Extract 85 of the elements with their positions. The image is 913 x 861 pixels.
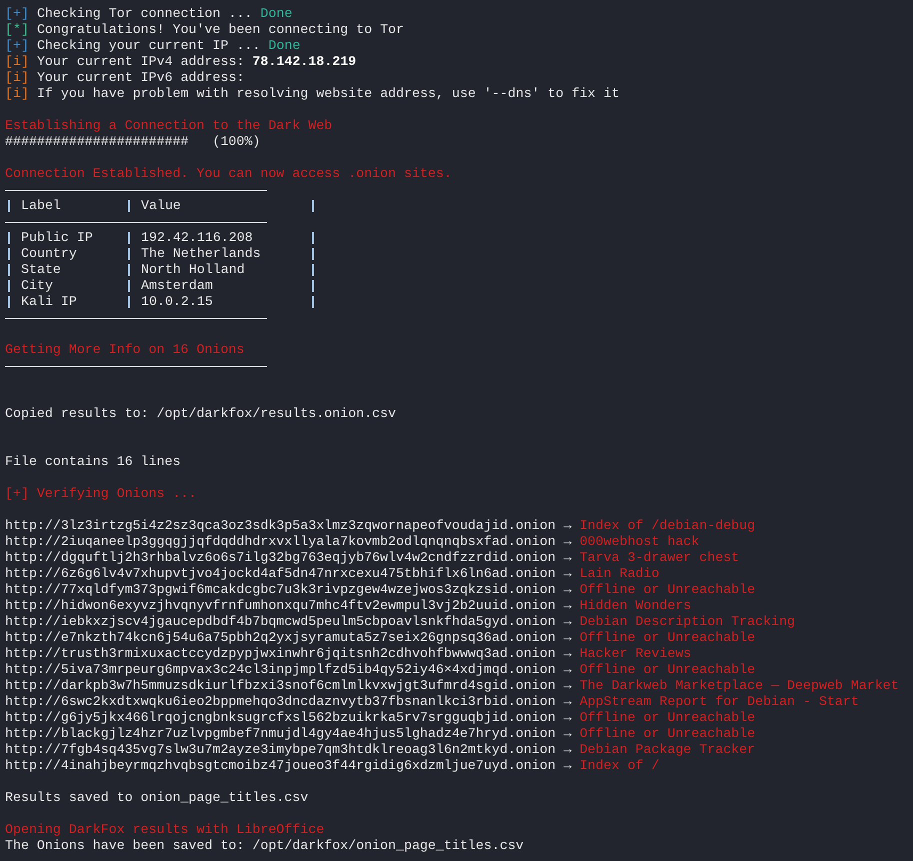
arrow-glyph: → (564, 550, 572, 566)
status-result: Done (260, 6, 292, 22)
output-line: File contains 16 lines (5, 454, 181, 470)
onion-url: http://5iva73mrpeurg6mpvax3c24cl3inpjmplfzd5ib4qy52iy46×4xdjmqd.onion (5, 662, 556, 678)
onion-url: http://2iuqaneelp3ggqgjjqfdqddhdrxvxllyala7kovmb2odlqnqnqbsxfad.onion (5, 534, 556, 550)
onion-url: http://4inahjbeyrmqzhvqbsgtcmoibz47joueo3f44rgidig6xdzmljue7uyd.onion (5, 758, 556, 774)
status-message: If you have problem with resolving website address, use '--dns' to fix it (36, 86, 620, 102)
alert-message: Getting More Info on 16 Onions (5, 342, 244, 358)
arrow-glyph: → (564, 662, 572, 678)
status-marker: [i] (5, 70, 29, 86)
arrow-glyph: → (564, 694, 572, 710)
table-cell: Public IP (21, 230, 93, 246)
page-title: Offline or Unreachable (580, 726, 756, 742)
status-marker: [+] (5, 38, 29, 54)
status-message: Your current IPv4 address: (36, 54, 244, 70)
output-line: The Onions have been saved to: /opt/darkfox/onion_page_titles.csv (5, 838, 524, 854)
status-result: Done (268, 38, 300, 54)
arrow-glyph: → (564, 758, 572, 774)
output-line: Copied results to: /opt/darkfox/results.onion.csv (5, 406, 396, 422)
onion-url: http://3lz3irtzg5i4z2sz3qca3oz3sdk3p5a3xlmz3zqwornapeofvoudajid.onion (5, 518, 556, 534)
page-title: Tarva 3-drawer chest (580, 550, 740, 566)
column-header: Value (141, 198, 181, 214)
arrow-glyph: → (564, 726, 572, 742)
page-title: Hacker Reviews (580, 646, 692, 662)
onion-url: http://g6jy5jkx466lrqojcngbnksugrcfxsl562bzuikrka5rv7srgguqbjid.onion (5, 710, 556, 726)
table-cell: 192.42.116.208 (141, 230, 253, 246)
table-cell: Country (21, 246, 77, 262)
onion-url: http://77xqldfym373pgwif6mcakdcgbc7u3k3rivpzgew4wzejwos3zqkzsid.onion (5, 582, 556, 598)
page-title: Index of /debian-debug (580, 518, 756, 534)
table-cell: Amsterdam (141, 278, 213, 294)
arrow-glyph: → (564, 614, 572, 630)
table-cell: 10.0.2.15 (141, 294, 213, 310)
arrow-glyph: → (564, 678, 572, 694)
page-title: Offline or Unreachable (580, 710, 756, 726)
arrow-glyph: → (564, 534, 572, 550)
alert-message: Connection Established. You can now access .onion sites. (5, 166, 452, 182)
arrow-glyph: → (564, 598, 572, 614)
page-title: Offline or Unreachable (580, 630, 756, 646)
alert-message: [+] Verifying Onions ... (5, 486, 197, 502)
page-title: The Darkweb Marketplace — Deepweb Market (580, 678, 899, 694)
arrow-glyph: → (564, 742, 572, 758)
arrow-glyph: → (564, 630, 572, 646)
page-title: 000webhost hack (580, 534, 700, 550)
onion-url: http://dgquftlj2h3rhbalvz6o6s7ilg32bg763eqjyb76wlv4w2cndfzzrdid.onion (5, 550, 556, 566)
onion-url: http://hidwon6exyvzjhvqnyvfrnfumhonxqu7mhc4ftv2ewmpul3vj2b2uuid.onion (5, 598, 556, 614)
alert-message: Opening DarkFox results with LibreOffice (5, 822, 324, 838)
table-cell: Kali IP (21, 294, 77, 310)
onion-url: http://7fgb4sq435vg7slw3u7m2ayze3imybpe7qm3htdklreoag3l6n2mtkyd.onion (5, 742, 556, 758)
page-title: Offline or Unreachable (580, 662, 756, 678)
status-marker: [i] (5, 54, 29, 70)
arrow-glyph: → (564, 582, 572, 598)
status-marker: [*] (5, 22, 29, 38)
page-title: Debian Description Tracking (580, 614, 796, 630)
page-title: AppStream Report for Debian - Start (580, 694, 859, 710)
status-message: Checking your current IP ... (36, 38, 260, 54)
column-header: Label (21, 198, 61, 214)
status-marker: [+] (5, 6, 29, 22)
table-cell: North Holland (141, 262, 245, 278)
status-message: Congratulations! You've been connecting to Tor (36, 22, 404, 38)
output-line: ####################### (100%) (5, 134, 260, 150)
alert-message: Establishing a Connection to the Dark Web (5, 118, 332, 134)
page-title: Hidden Wonders (580, 598, 692, 614)
ip-address: 78.142.18.219 (252, 54, 356, 70)
status-marker: [i] (5, 86, 29, 102)
arrow-glyph: → (564, 566, 572, 582)
table-cell: State (21, 262, 61, 278)
onion-url: http://e7nkzth74kcn6j54u6a75pbh2q2yxjsyramuta5z7seix26gnpsq36ad.onion (5, 630, 556, 646)
onion-url: http://darkpb3w7h5mmuzsdkiurlfbzxi3snof6cmlmlkvxwjgt3ufmrd4sgid.onion (5, 678, 556, 694)
onion-url: http://iebkxzjscv4jgaucepdbdf4b7bqmcwd5peulm5cbpoavlsnkfhda5gyd.onion (5, 614, 556, 630)
onion-url: http://6z6g6lv4v7xhupvtjvo4jockd4af5dn47nrxcexu475tbhiflx6ln6ad.onion (5, 566, 556, 582)
page-title: Offline or Unreachable (580, 582, 756, 598)
page-title: Index of / (580, 758, 660, 774)
page-title: Debian Package Tracker (580, 742, 756, 758)
arrow-glyph: → (564, 518, 572, 534)
page-title: Lain Radio (580, 566, 660, 582)
onion-url: http://trusth3rmixuxactccydzpypjwxinwhr6jqitsnh2cdhvohfbwwwq3ad.onion (5, 646, 556, 662)
table-cell: City (21, 278, 53, 294)
status-message: Your current IPv6 address: (36, 70, 244, 86)
arrow-glyph: → (564, 710, 572, 726)
output-line: Results saved to onion_page_titles.csv (5, 790, 308, 806)
status-message: Checking Tor connection ... (36, 6, 252, 22)
onion-url: http://blackgjlz4hzr7uzlvpgmbef7nmujdl4gy4ae4hjus5lghadz4e7hryd.onion (5, 726, 556, 742)
table-cell: The Netherlands (141, 246, 261, 262)
onion-url: http://6swc2kxdtxwqku6ieo2bppmehqo3dncdaznvytb37fbsnanlkci3rbid.onion (5, 694, 556, 710)
arrow-glyph: → (564, 646, 572, 662)
